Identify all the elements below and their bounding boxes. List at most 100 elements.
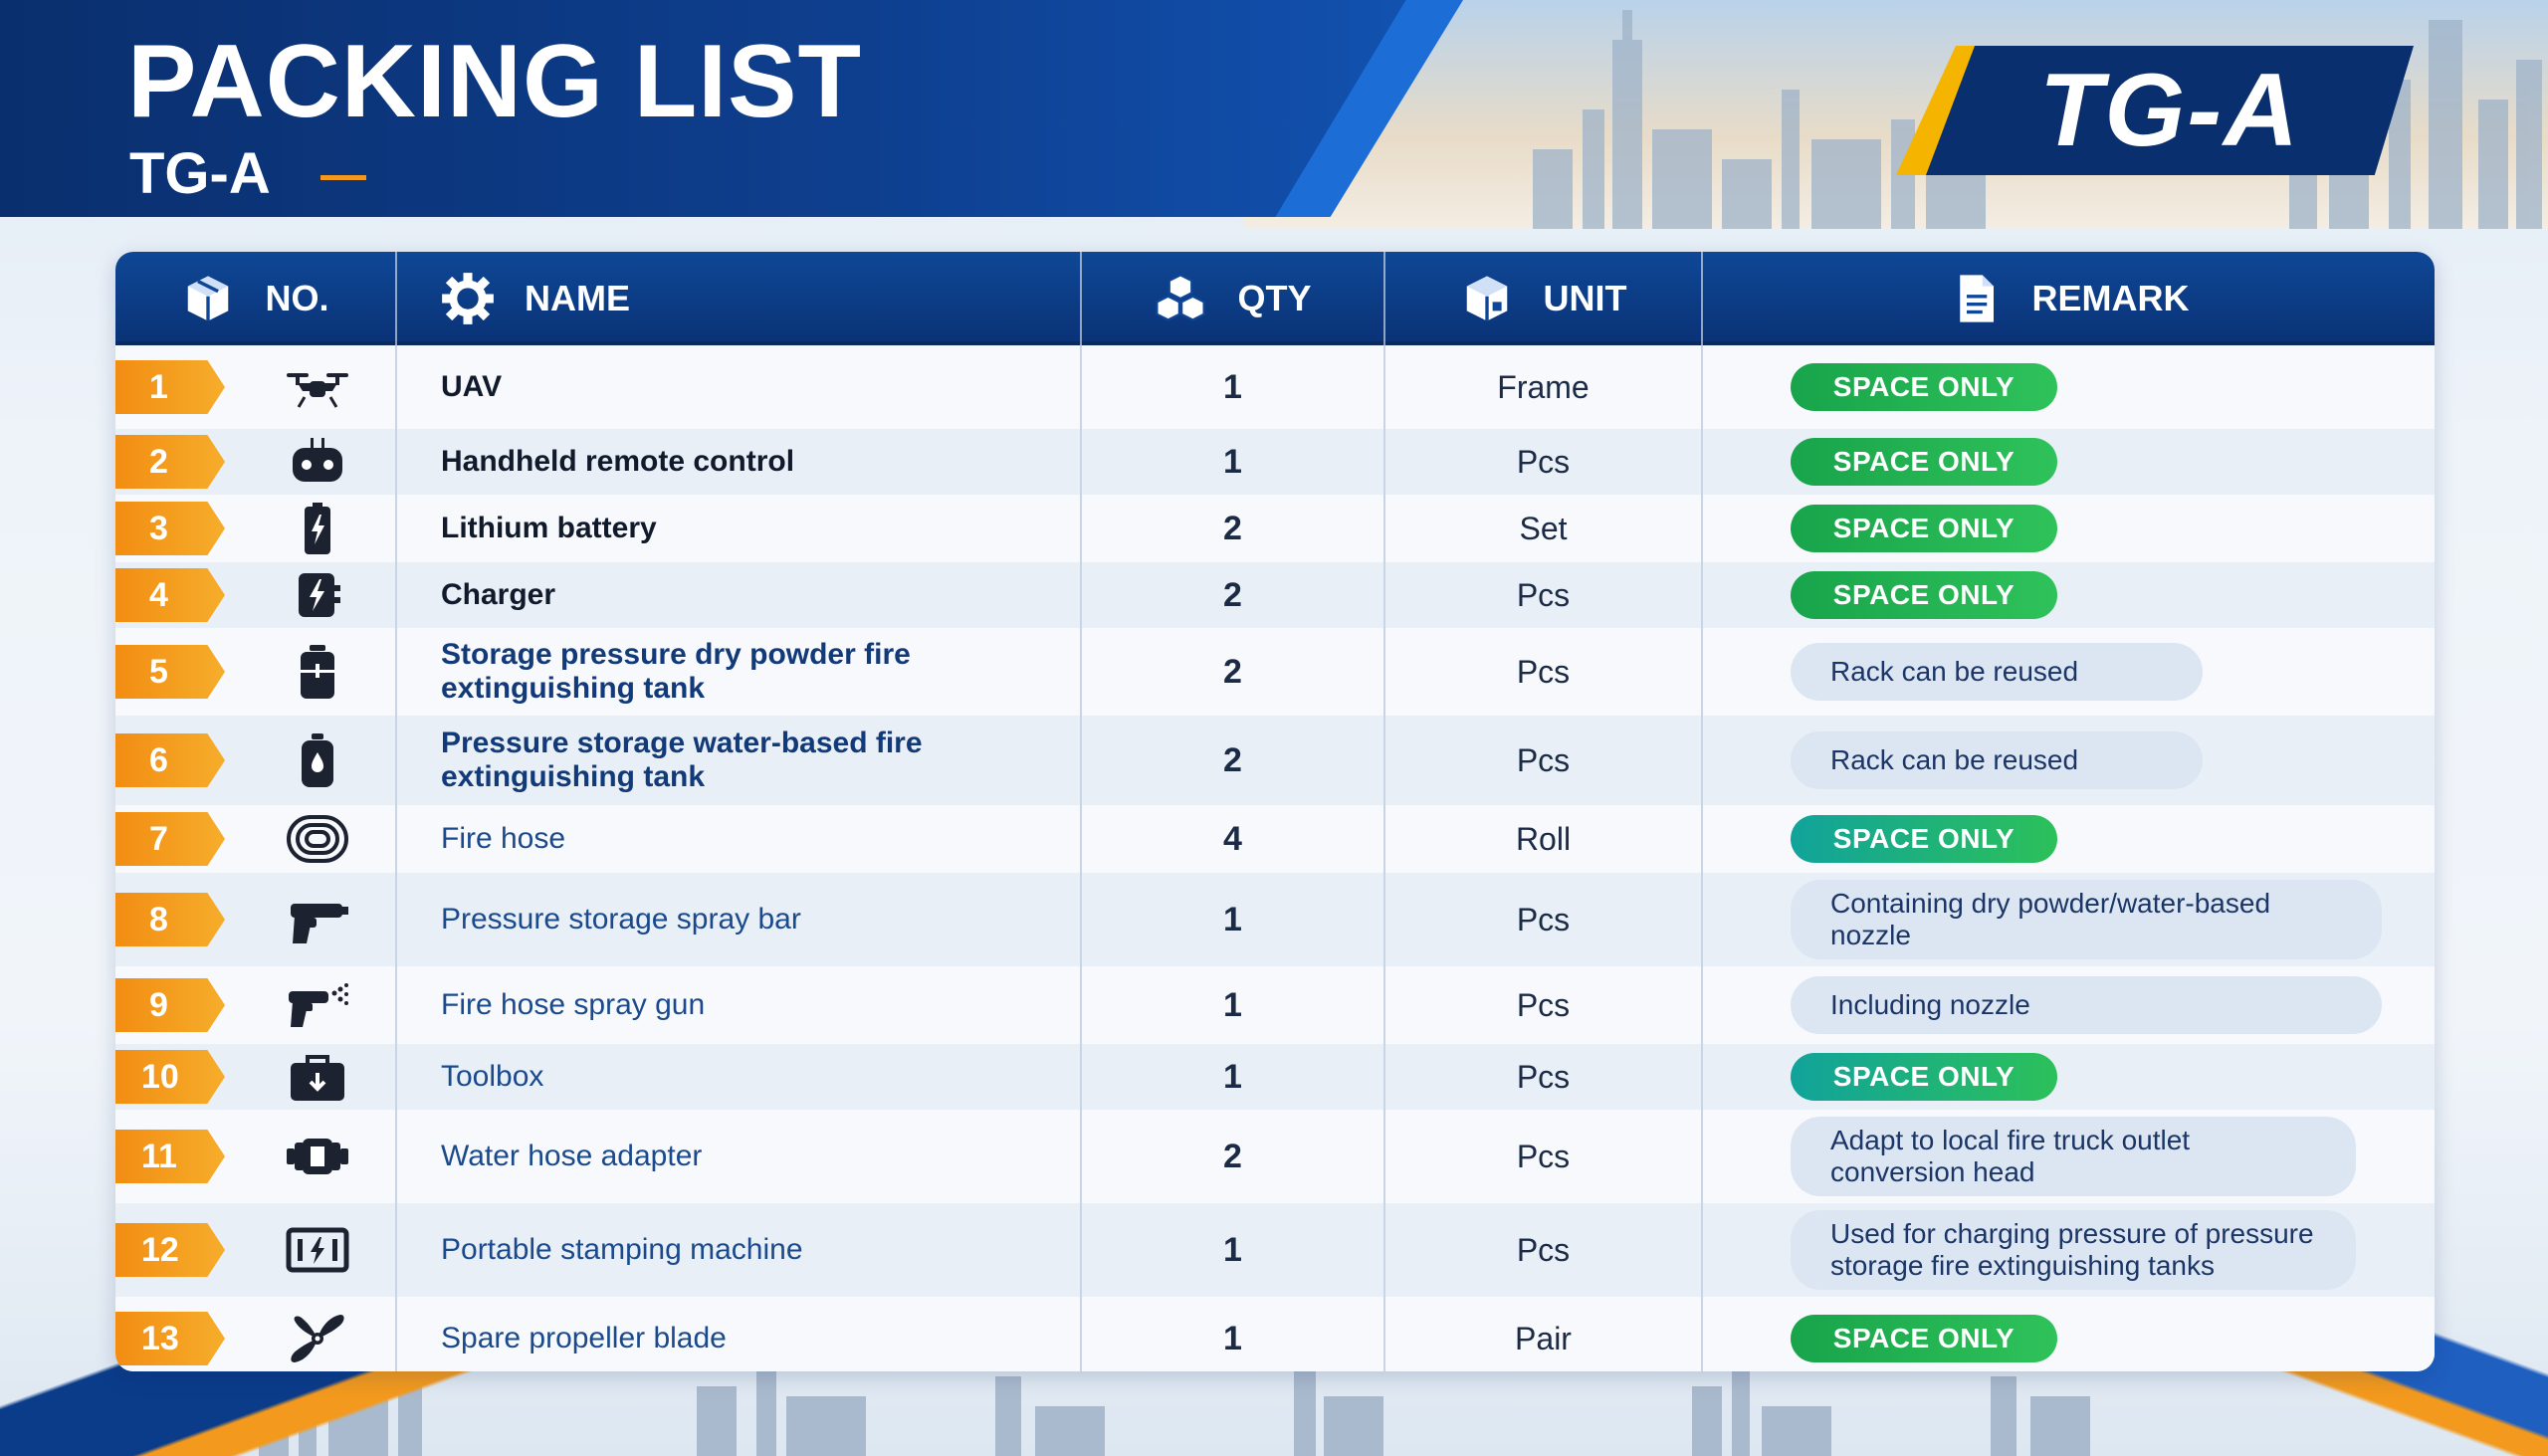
row-no-cell: 2 (115, 429, 397, 495)
table-row: 12 Portable stamping machine 1 Pcs Used … (115, 1203, 2435, 1297)
row-name: Toolbox (397, 1044, 1082, 1110)
row-name: Lithium battery (397, 495, 1082, 562)
gear-icon (442, 273, 494, 324)
table-header: NO. NAME QTY UNIT REMARK (115, 252, 2435, 345)
header-no: NO. (115, 252, 397, 345)
row-remark-cell: Including nozzle (1703, 966, 2435, 1044)
pump-machine-icon (283, 1222, 352, 1278)
row-qty: 1 (1082, 345, 1385, 429)
space-only-badge: SPACE ONLY (1791, 571, 2057, 619)
row-unit: Pcs (1385, 1110, 1703, 1203)
row-number-badge: 3 (115, 502, 225, 555)
row-qty: 2 (1082, 628, 1385, 716)
row-no-cell: 9 (115, 966, 397, 1044)
row-unit: Pcs (1385, 1203, 1703, 1297)
row-remark-cell: SPACE ONLY (1703, 495, 2435, 562)
row-remark-cell: SPACE ONLY (1703, 345, 2435, 429)
space-only-badge: SPACE ONLY (1791, 363, 2057, 411)
row-unit: Pcs (1385, 966, 1703, 1044)
row-number-badge: 6 (115, 733, 225, 787)
row-name: Pressure storage spray bar (397, 873, 1082, 966)
row-unit: Frame (1385, 345, 1703, 429)
row-remark-cell: SPACE ONLY (1703, 1297, 2435, 1371)
remark-note: Containing dry powder/water-based nozzle (1791, 880, 2382, 959)
row-no-cell: 6 (115, 716, 397, 805)
row-unit: Set (1385, 495, 1703, 562)
table-row: 9 Fire hose spray gun 1 Pcs Including no… (115, 966, 2435, 1044)
remark-note: Including nozzle (1791, 976, 2382, 1034)
row-number-badge: 4 (115, 568, 225, 622)
row-name: Storage pressure dry powder fire extingu… (397, 628, 1082, 716)
logo-text: TG-A (2038, 52, 2301, 168)
header-name: NAME (397, 252, 1082, 345)
row-qty: 1 (1082, 1203, 1385, 1297)
document-icon (1959, 275, 1994, 322)
row-unit: Pcs (1385, 429, 1703, 495)
row-remark-cell: Rack can be reused (1703, 716, 2435, 805)
row-unit: Pcs (1385, 628, 1703, 716)
row-qty: 2 (1082, 562, 1385, 628)
row-number-badge: 2 (115, 435, 225, 489)
row-number-badge: 9 (115, 978, 225, 1032)
drone-icon (283, 359, 352, 415)
table-body: 1 UAV 1 Frame SPACE ONLY 2 Handheld remo… (115, 345, 2435, 1371)
row-remark-cell: SPACE ONLY (1703, 562, 2435, 628)
row-no-cell: 10 (115, 1044, 397, 1110)
header-remark-label: REMARK (2031, 278, 2190, 318)
table-row: 2 Handheld remote control 1 Pcs SPACE ON… (115, 429, 2435, 495)
row-no-cell: 5 (115, 628, 397, 716)
space-only-badge: SPACE ONLY (1791, 815, 2057, 863)
row-remark-cell: SPACE ONLY (1703, 805, 2435, 873)
remark-note: Adapt to local fire truck outlet convers… (1791, 1117, 2356, 1196)
space-only-badge: SPACE ONLY (1791, 438, 2057, 486)
row-qty: 1 (1082, 429, 1385, 495)
page-subtitle: TG-A (129, 141, 271, 206)
toolbox-icon (283, 1049, 352, 1105)
table-row: 13 Spare propeller blade 1 Pair SPACE ON… (115, 1297, 2435, 1371)
remark-note: Rack can be reused (1791, 731, 2203, 789)
header-unit-label: UNIT (1543, 278, 1627, 318)
row-qty: 4 (1082, 805, 1385, 873)
row-name: Fire hose (397, 805, 1082, 873)
row-no-cell: 3 (115, 495, 397, 562)
propeller-icon (283, 1311, 352, 1366)
row-no-cell: 7 (115, 805, 397, 873)
table-row: 7 Fire hose 4 Roll SPACE ONLY (115, 805, 2435, 873)
row-qty: 2 (1082, 1110, 1385, 1203)
row-unit: Pcs (1385, 1044, 1703, 1110)
row-unit: Pcs (1385, 562, 1703, 628)
header-unit: UNIT (1385, 252, 1703, 345)
row-qty: 1 (1082, 1044, 1385, 1110)
row-number-badge: 12 (115, 1223, 225, 1277)
row-name: Water hose adapter (397, 1110, 1082, 1203)
table-row: 5 Storage pressure dry powder fire extin… (115, 628, 2435, 716)
row-no-cell: 1 (115, 345, 397, 429)
package-icon (1466, 276, 1507, 321)
row-remark-cell: Adapt to local fire truck outlet convers… (1703, 1110, 2435, 1203)
row-unit: Roll (1385, 805, 1703, 873)
row-remark-cell: SPACE ONLY (1703, 429, 2435, 495)
table-row: 10 Toolbox 1 Pcs SPACE ONLY (115, 1044, 2435, 1110)
row-no-cell: 4 (115, 562, 397, 628)
row-number-badge: 10 (115, 1050, 225, 1104)
row-number-badge: 5 (115, 645, 225, 699)
page-title: PACKING LIST (127, 24, 863, 139)
header-name-label: NAME (525, 278, 630, 318)
row-name: Handheld remote control (397, 429, 1082, 495)
charger-icon (283, 567, 352, 623)
row-remark-cell: Rack can be reused (1703, 628, 2435, 716)
row-remark-cell: Containing dry powder/water-based nozzle (1703, 873, 2435, 966)
spray-gun-icon (283, 977, 352, 1033)
space-only-badge: SPACE ONLY (1791, 505, 2057, 552)
spray-bar-icon (283, 892, 352, 947)
hose-coil-icon (283, 811, 352, 867)
row-unit: Pcs (1385, 873, 1703, 966)
remark-note: Rack can be reused (1791, 643, 2203, 701)
row-no-cell: 12 (115, 1203, 397, 1297)
row-no-cell: 13 (115, 1297, 397, 1371)
row-qty: 1 (1082, 1297, 1385, 1371)
adapter-icon (283, 1129, 352, 1184)
row-qty: 2 (1082, 716, 1385, 805)
table-row: 3 Lithium battery 2 Set SPACE ONLY (115, 495, 2435, 562)
row-qty: 2 (1082, 495, 1385, 562)
